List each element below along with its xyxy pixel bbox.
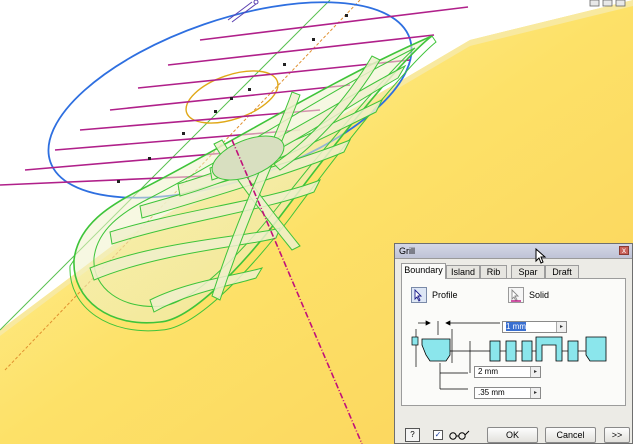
preview-checkbox[interactable]: ✓: [433, 430, 443, 440]
tab-draft[interactable]: Draft: [545, 265, 579, 278]
height-field[interactable]: 1 mm ▸: [502, 321, 567, 333]
solid-select-icon[interactable]: [508, 287, 524, 303]
close-icon[interactable]: x: [619, 246, 629, 255]
window-minimize-icon[interactable]: [589, 0, 600, 7]
help-icon[interactable]: ?: [405, 428, 420, 442]
profile-label: Profile: [432, 290, 458, 300]
tab-island[interactable]: Island: [446, 265, 480, 278]
dialog-titlebar[interactable]: Grill x: [395, 244, 632, 264]
glasses-icon: [449, 430, 470, 440]
thickness-field[interactable]: 2 mm ▸: [474, 366, 541, 378]
boundary-panel: Profile Solid 1 mm ▸ 2 mm ▸ .35 mm ▸: [401, 278, 626, 406]
mouse-pointer-icon: [535, 248, 547, 264]
offset-field[interactable]: .35 mm ▸: [474, 387, 541, 399]
dropdown-arrow-icon[interactable]: ▸: [556, 322, 566, 332]
cancel-button[interactable]: Cancel: [545, 427, 596, 443]
grill-dialog: Grill x Boundary Island Rib Spar Draft P…: [394, 243, 633, 444]
solid-label: Solid: [529, 290, 550, 300]
tab-boundary[interactable]: Boundary: [401, 263, 446, 279]
window-close-icon[interactable]: [615, 0, 626, 7]
cursor-select-icon[interactable]: [411, 287, 427, 303]
dialog-title: Grill: [399, 246, 415, 256]
wall-section: [421, 338, 451, 362]
dropdown-arrow-icon[interactable]: ▸: [530, 367, 540, 377]
ok-button[interactable]: OK: [487, 427, 538, 443]
dropdown-arrow-icon[interactable]: ▸: [530, 388, 540, 398]
tab-rib[interactable]: Rib: [480, 265, 507, 278]
tab-spar[interactable]: Spar: [511, 265, 545, 278]
window-controls[interactable]: [589, 0, 626, 7]
more-button[interactable]: >>: [604, 427, 630, 443]
window-restore-icon[interactable]: [602, 0, 613, 7]
